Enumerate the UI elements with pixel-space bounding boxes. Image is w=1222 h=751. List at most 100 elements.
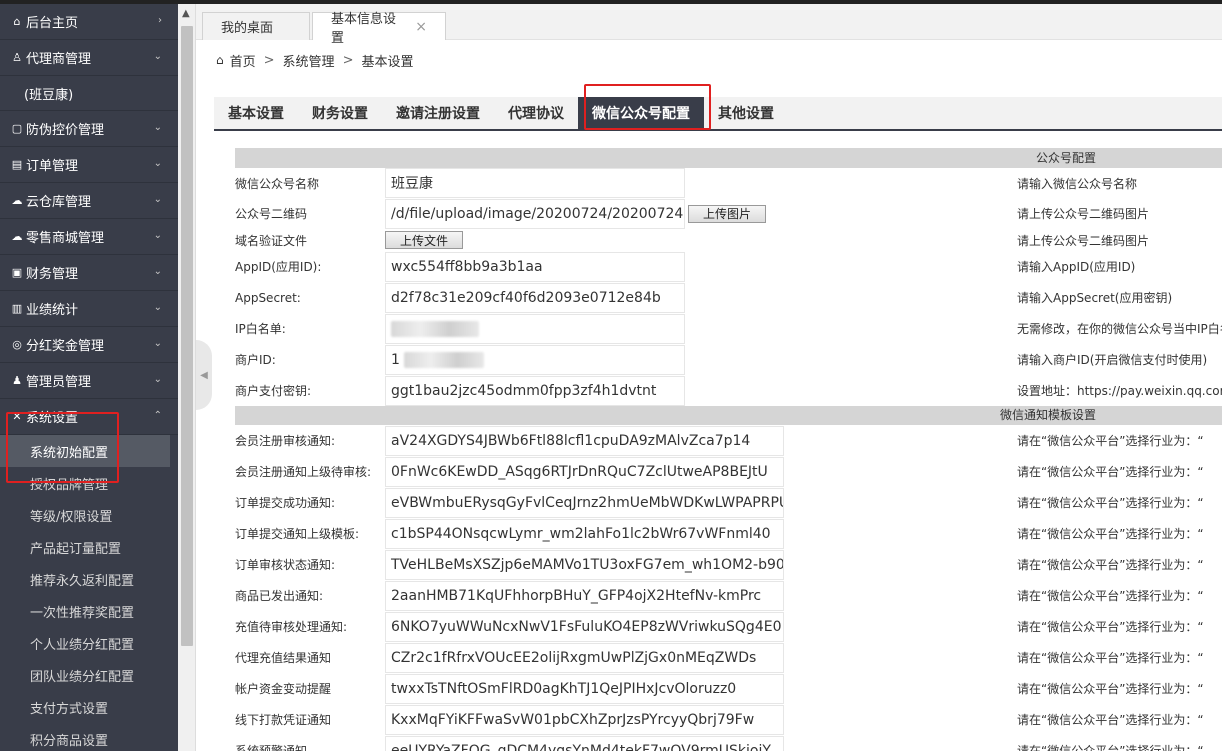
form-row: AppSecret: d2f78c31e209cf40f6d2093e0712e…	[235, 282, 1222, 313]
tab-basic-info[interactable]: 基本信息设置 ×	[312, 12, 446, 46]
chevron-down-icon: ⌄	[153, 122, 162, 133]
main-content: 我的桌面 基本信息设置 × ⌂ 首页 > 系统管理 > 基本设置 基本设置 财务…	[196, 4, 1222, 751]
sidebar-subitem-team-dividend[interactable]: 团队业绩分红配置	[0, 659, 178, 691]
chevron-down-icon: ⌄	[153, 230, 162, 241]
template-id-input[interactable]: eeUYRYaZFOG_gDCM4yqsYnMd4tekF7wOV9rmUSki…	[385, 735, 784, 751]
sidebar-subitem-personal-dividend[interactable]: 个人业绩分红配置	[0, 627, 178, 659]
sidebar-item-finance[interactable]: ▣ 财务管理 ⌄	[0, 255, 178, 291]
form-row: 订单提交成功通知: eVBWmbuERysqGyFvlCeqJrnz2hmUeM…	[235, 487, 1222, 518]
sidebar-subitem-points-goods[interactable]: 积分商品设置	[0, 723, 178, 751]
form-row: 订单审核状态通知: TVeHLBeMsXSZjp6eMAMVo1TU3oxFG7…	[235, 549, 1222, 580]
sidebar-item-retail-mall[interactable]: ☁ 零售商城管理 ⌄	[0, 219, 178, 255]
template-id-input[interactable]: eVBWmbuERysqGyFvlCeqJrnz2hmUeMbWDKwLWPAP…	[385, 487, 784, 518]
tab-invite-settings[interactable]: 邀请注册设置	[382, 97, 494, 129]
sidebar-collapse-handle[interactable]: ◀	[196, 340, 212, 410]
field-hint: 请输入微信公众号名称	[1017, 176, 1138, 191]
template-id-input[interactable]: aV24XGDYS4JBWb6Ftl88lcfl1cpuDA9zMAlvZca7…	[385, 425, 784, 456]
sidebar-item-cloud-warehouse[interactable]: ☁ 云仓库管理 ⌄	[0, 183, 178, 219]
file-icon: ▤	[11, 158, 23, 171]
tab-label: 基本信息设置	[331, 11, 397, 46]
chevron-left-icon: ◀	[200, 369, 208, 381]
sidebar-item-label: 零售商城管理	[26, 231, 105, 246]
sidebar-item-system-settings[interactable]: ✕ 系统设置 ⌃	[0, 399, 178, 435]
form-row: 微信公众号名称 班豆康 请输入微信公众号名称	[235, 168, 1222, 198]
breadcrumb: ⌂ 首页 > 系统管理 > 基本设置	[196, 40, 1222, 80]
field-hint: 请在“微信公众平台”选择行业为：“	[1017, 589, 1204, 603]
appsecret-input[interactable]: d2f78c31e209cf40f6d2093e0712e84b	[385, 282, 685, 313]
sidebar-item-performance[interactable]: ▥ 业绩统计 ⌄	[0, 291, 178, 327]
sidebar-subitem-agent-brand[interactable]: (班豆康)	[0, 76, 178, 111]
sidebar-item-agents[interactable]: ♙ 代理商管理 ⌄	[0, 40, 178, 76]
sidebar-subitem-payment[interactable]: 支付方式设置	[0, 691, 178, 723]
sidebar-subitem-referral-bonus[interactable]: 一次性推荐奖配置	[0, 595, 178, 627]
form-row: AppID(应用ID): wxc554ff8bb9a3b1aa 请输入AppID…	[235, 251, 1222, 282]
sidebar: ⌂ 后台主页 › ♙ 代理商管理 ⌄ (班豆康) ▢ 防伪控价管理 ⌄ ▤ 订单…	[0, 4, 178, 751]
tab-finance-settings[interactable]: 财务设置	[298, 97, 382, 129]
sidebar-item-home[interactable]: ⌂ 后台主页 ›	[0, 4, 178, 40]
close-icon[interactable]: ×	[415, 19, 427, 35]
qrcode-path-input[interactable]: /d/file/upload/image/20200724/202007241	[385, 198, 685, 229]
field-hint: 请上传公众号二维码图片	[1017, 233, 1150, 248]
sidebar-item-orders[interactable]: ▤ 订单管理 ⌄	[0, 147, 178, 183]
field-hint: 请在“微信公众平台”选择行业为：“	[1017, 682, 1204, 696]
sidebar-subitem-min-order[interactable]: 产品起订量配置	[0, 531, 178, 563]
field-label: 商户ID:	[235, 353, 276, 367]
sidebar-item-anticounterfeit[interactable]: ▢ 防伪控价管理 ⌄	[0, 111, 178, 147]
chevron-down-icon: ⌄	[153, 374, 162, 385]
template-id-input[interactable]: KxxMqFYiKFFwaSvW01pbCXhZprJzsPYrcyyQbrj7…	[385, 704, 784, 735]
field-hint: 请在“微信公众平台”选择行业为：“	[1017, 434, 1204, 448]
template-id-input[interactable]: CZr2c1fRfrxVOUcEE2olijRxgmUwPlZjGx0nMEqZ…	[385, 642, 784, 673]
field-hint: 无需修改，在你的微信公众号当中IP白名	[1017, 322, 1222, 336]
template-id-input[interactable]: twxxTsTNftOSmFlRD0agKhTJ1QeJPIHxJcvOloru…	[385, 673, 784, 704]
appid-input[interactable]: wxc554ff8bb9a3b1aa	[385, 251, 685, 282]
form-row: IP白名单: 无需修改，在你的微信公众号当中IP白名	[235, 313, 1222, 344]
merchant-id-input[interactable]: 1	[385, 344, 685, 375]
upload-image-button[interactable]: 上传图片	[688, 204, 767, 223]
upload-file-button[interactable]: 上传文件	[385, 231, 464, 249]
template-id-input[interactable]: 6NKO7yuWWuNcxNwV1FsFuluKO4EP8zWVriwkuSQg…	[385, 611, 784, 642]
tab-label: 我的桌面	[221, 21, 274, 36]
sidebar-item-label: 系统设置	[26, 411, 79, 426]
merchant-id-value: 1	[391, 351, 400, 368]
tab-other-settings[interactable]: 其他设置	[704, 97, 788, 129]
sidebar-subitem-system-init[interactable]: 系统初始配置	[0, 435, 170, 467]
sidebar-item-label: 防伪控价管理	[26, 123, 105, 138]
cloud-icon: ☁	[11, 230, 23, 243]
form-row: 会员注册通知上级待审核: 0FnWc6KEwDD_ASqg6RTJrDnRQuC…	[235, 456, 1222, 487]
tab-wechat-config[interactable]: 微信公众号配置	[578, 97, 704, 129]
shield-icon: ▢	[11, 122, 23, 135]
breadcrumb-separator: >	[263, 52, 275, 68]
section-header-account: 公众号配置	[235, 148, 1222, 168]
template-id-input[interactable]: 2aanHMB71KqUFhhorpBHuY_GFP4ojX2HtefNv-km…	[385, 580, 784, 611]
field-hint: 请在“微信公众平台”选择行业为：“	[1017, 713, 1204, 727]
template-id-input[interactable]: TVeHLBeMsXSZjp6eMAMVo1TU3oxFG7em_wh1OM2-…	[385, 549, 784, 580]
sidebar-subitem-brand-auth[interactable]: 授权品牌管理	[0, 467, 178, 499]
sidebar-item-label: 代理商管理	[26, 52, 92, 67]
pay-key-input[interactable]: ggt1bau2jzc45odmm0fpp3zf4h1dvtnt	[385, 375, 685, 406]
scrollbar-thumb[interactable]	[181, 26, 193, 646]
template-id-input[interactable]: c1bSP44ONsqcwLymr_wm2lahFo1lc2bWr67vWFnm…	[385, 518, 784, 549]
sidebar-item-dividend[interactable]: ◎ 分红奖金管理 ⌄	[0, 327, 178, 363]
sidebar-item-label: 后台主页	[26, 16, 79, 31]
tab-basic-settings[interactable]: 基本设置	[214, 97, 298, 129]
field-label: 公众号二维码	[235, 207, 308, 221]
admin-icon: ♟	[12, 374, 22, 387]
field-label: 充值待审核处理通知:	[235, 620, 348, 634]
ip-whitelist-input[interactable]	[385, 313, 685, 344]
breadcrumb-system[interactable]: 系统管理	[283, 51, 335, 70]
sidebar-scrollbar[interactable]: ▲	[178, 4, 196, 751]
tab-agent-agreement[interactable]: 代理协议	[494, 97, 578, 129]
sidebar-item-admins[interactable]: ♟ 管理员管理 ⌄	[0, 363, 178, 399]
sidebar-subitem-levels[interactable]: 等级/权限设置	[0, 499, 178, 531]
scroll-up-icon[interactable]: ▲	[182, 8, 190, 19]
tab-my-desktop[interactable]: 我的桌面	[202, 12, 310, 40]
chevron-down-icon: ⌄	[153, 51, 162, 62]
form-row: 商品已发出通知: 2aanHMB71KqUFhhorpBHuY_GFP4ojX2…	[235, 580, 1222, 611]
field-hint: 请在“微信公众平台”选择行业为：“	[1017, 465, 1204, 479]
blurred-value	[391, 320, 479, 337]
wechat-name-input[interactable]: 班豆康	[385, 168, 685, 198]
sidebar-subitem-rebate[interactable]: 推荐永久返利配置	[0, 563, 178, 595]
template-id-input[interactable]: 0FnWc6KEwDD_ASqg6RTJrDnRQuC7ZclUtweAP8BE…	[385, 456, 784, 487]
breadcrumb-home[interactable]: 首页	[230, 51, 256, 70]
database-icon: ◎	[12, 338, 22, 351]
